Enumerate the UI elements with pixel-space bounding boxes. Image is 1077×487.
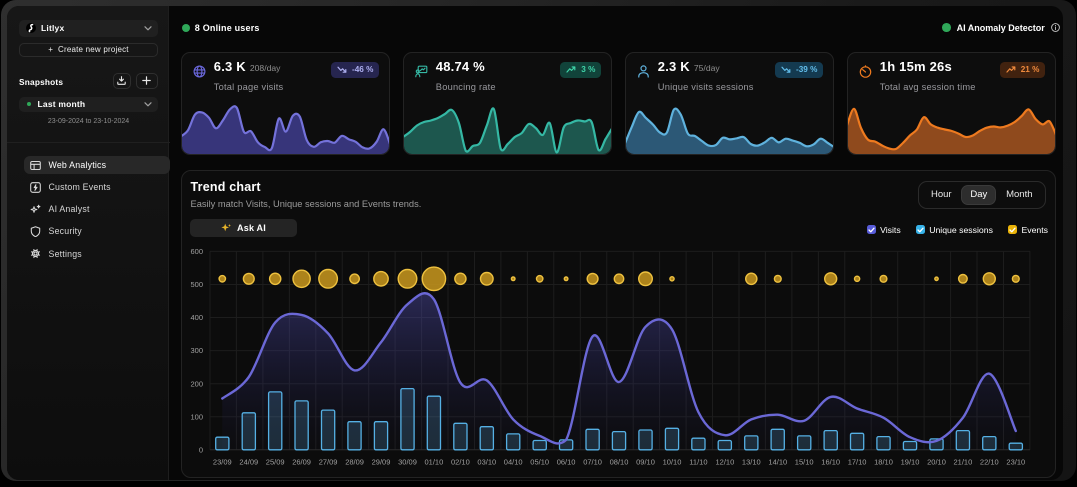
svg-text:13/10: 13/10: [742, 458, 761, 467]
svg-text:28/09: 28/09: [345, 458, 364, 467]
svg-text:25/09: 25/09: [266, 458, 285, 467]
svg-text:15/10: 15/10: [795, 458, 814, 467]
svg-text:17/10: 17/10: [848, 458, 867, 467]
svg-text:29/09: 29/09: [372, 458, 391, 467]
svg-text:14/10: 14/10: [768, 458, 787, 467]
svg-text:24/09: 24/09: [239, 458, 258, 467]
svg-text:0: 0: [199, 445, 203, 454]
svg-text:02/10: 02/10: [451, 458, 470, 467]
svg-text:23/09: 23/09: [213, 458, 232, 467]
svg-text:08/10: 08/10: [610, 458, 629, 467]
svg-text:27/09: 27/09: [319, 458, 338, 467]
svg-text:04/10: 04/10: [504, 458, 523, 467]
svg-text:12/10: 12/10: [716, 458, 735, 467]
svg-text:400: 400: [190, 313, 203, 322]
svg-text:600: 600: [190, 247, 203, 256]
svg-text:06/10: 06/10: [557, 458, 576, 467]
svg-text:21/10: 21/10: [954, 458, 973, 467]
svg-text:200: 200: [190, 379, 203, 388]
svg-text:11/10: 11/10: [689, 458, 707, 467]
svg-text:05/10: 05/10: [530, 458, 549, 467]
svg-text:01/10: 01/10: [425, 458, 444, 467]
svg-text:19/10: 19/10: [901, 458, 920, 467]
svg-text:16/10: 16/10: [821, 458, 840, 467]
svg-text:22/10: 22/10: [980, 458, 999, 467]
svg-text:20/10: 20/10: [927, 458, 946, 467]
svg-text:07/10: 07/10: [583, 458, 602, 467]
svg-text:500: 500: [190, 280, 203, 289]
svg-text:03/10: 03/10: [477, 458, 496, 467]
svg-text:30/09: 30/09: [398, 458, 417, 467]
svg-text:300: 300: [190, 346, 203, 355]
svg-text:10/10: 10/10: [663, 458, 682, 467]
svg-text:100: 100: [190, 412, 203, 421]
svg-text:26/09: 26/09: [292, 458, 311, 467]
svg-text:18/10: 18/10: [874, 458, 893, 467]
svg-text:23/10: 23/10: [1006, 458, 1025, 467]
svg-text:09/10: 09/10: [636, 458, 655, 467]
